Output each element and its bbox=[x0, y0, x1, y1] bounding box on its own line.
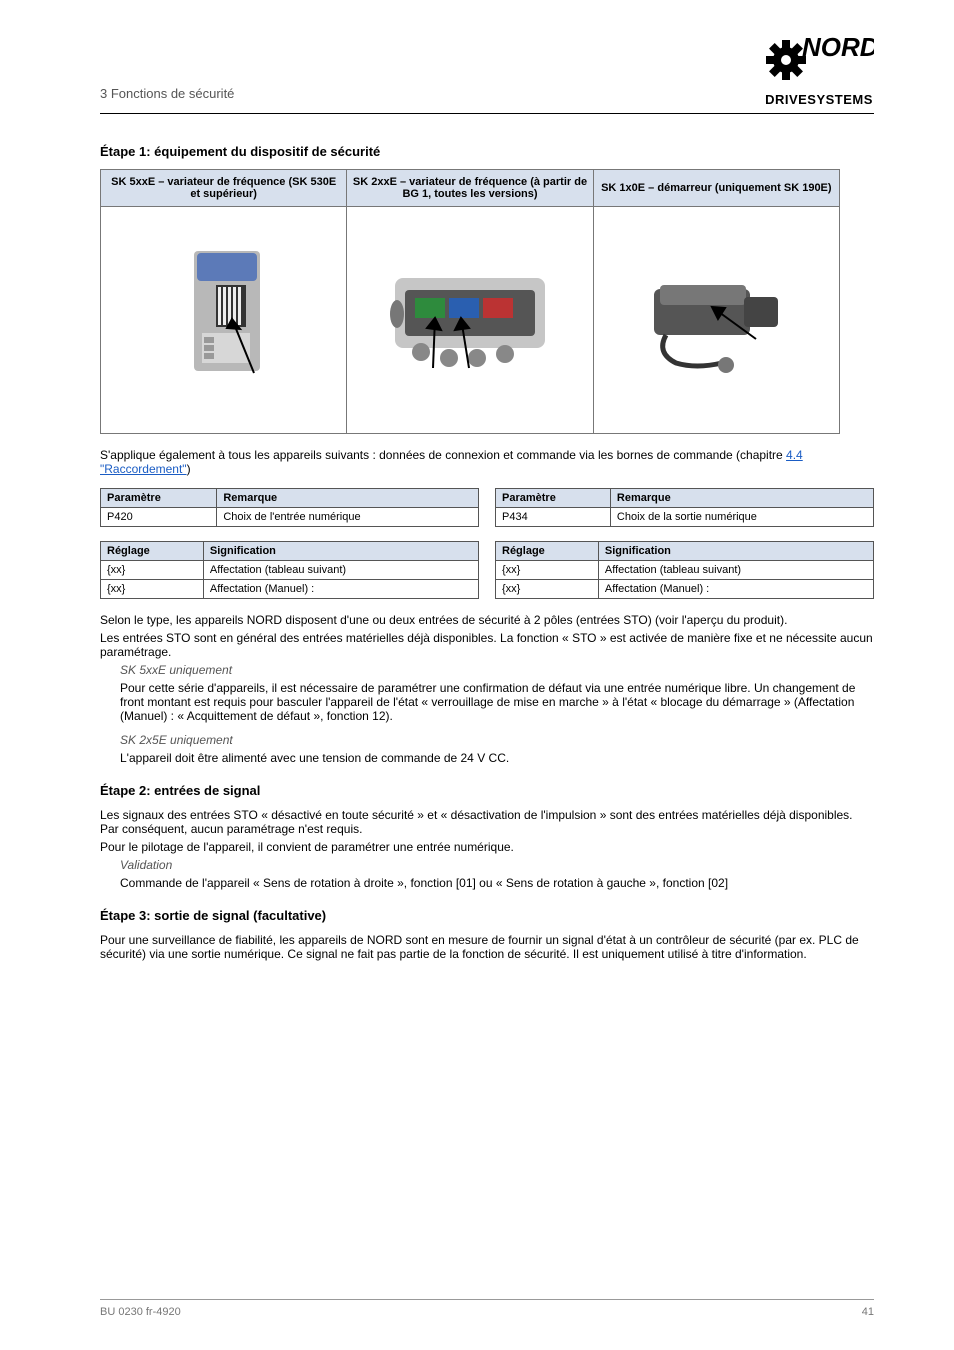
param-table-p420: Paramètre Remarque P420 Choix de l'entré… bbox=[100, 488, 479, 527]
paragraph: Les signaux des entrées STO « désactivé … bbox=[100, 808, 874, 836]
header-divider bbox=[100, 113, 874, 114]
validation-label: Validation bbox=[120, 858, 874, 872]
sk2xxe-device-image bbox=[375, 248, 565, 388]
table-row: P434 Choix de la sortie numérique bbox=[496, 508, 874, 527]
step1-heading: Étape 1: équipement du dispositif de séc… bbox=[100, 144, 874, 159]
table-row: P420 Choix de l'entrée numérique bbox=[101, 508, 479, 527]
table-row: {xx} Affectation (tableau suivant) bbox=[101, 561, 479, 580]
drivesystems-label: DRIVESYSTEMS bbox=[764, 92, 874, 107]
table-row: {xx} Affectation (Manuel) : bbox=[496, 580, 874, 599]
param-table-setting-left: Réglage Signification {xx} Affectation (… bbox=[100, 541, 479, 599]
breadcrumb: 3 Fonctions de sécurité bbox=[100, 86, 234, 107]
sk5xxe-image-cell bbox=[101, 207, 347, 434]
setting-right-head-p: Réglage bbox=[496, 542, 599, 561]
paragraph: L'appareil doit être alimenté avec une t… bbox=[120, 751, 874, 765]
setting-right-head-v: Signification bbox=[598, 542, 873, 561]
param-table-p434: Paramètre Remarque P434 Choix de la sort… bbox=[495, 488, 874, 527]
p434-head-param: Paramètre bbox=[496, 489, 611, 508]
paragraph: Pour une surveillance de fiabilité, les … bbox=[100, 933, 874, 961]
paragraph: Selon le type, les appareils NORD dispos… bbox=[100, 613, 874, 627]
footer-doc-id: BU 0230 fr-4920 bbox=[100, 1306, 181, 1318]
device-table-header-sk1x0e: SK 1x0E – démarreur (uniquement SK 190E) bbox=[593, 170, 839, 207]
paragraph: Les entrées STO sont en général des entr… bbox=[100, 631, 874, 659]
applies-to-text: S'applique également à tous les appareil… bbox=[100, 448, 874, 476]
paragraph: Commande de l'appareil « Sens de rotatio… bbox=[120, 876, 874, 890]
sk5xxe-device-image bbox=[154, 233, 294, 403]
param-table-setting-right: Réglage Signification {xx} Affectation (… bbox=[495, 541, 874, 599]
sk190e-device-image bbox=[626, 253, 806, 383]
setting-left-head-p: Réglage bbox=[101, 542, 204, 561]
device-table: SK 5xxE – variateur de fréquence (SK 530… bbox=[100, 169, 840, 434]
device-table-header-sk2xxe: SK 2xxE – variateur de fréquence (à part… bbox=[347, 170, 593, 207]
p420-head-note: Remarque bbox=[217, 489, 479, 508]
nord-gear-logo-icon: NORD bbox=[764, 30, 874, 90]
table-row: {xx} Affectation (Manuel) : bbox=[101, 580, 479, 599]
step3-heading: Étape 3: sortie de signal (facultative) bbox=[100, 908, 874, 923]
footer-page-number: 41 bbox=[862, 1306, 874, 1318]
p434-head-note: Remarque bbox=[610, 489, 873, 508]
paragraph: Pour cette série d'appareils, il est néc… bbox=[120, 681, 874, 723]
sk2x5e-only-label: SK 2x5E uniquement bbox=[120, 733, 874, 747]
svg-text:NORD: NORD bbox=[802, 32, 874, 62]
p420-head-param: Paramètre bbox=[101, 489, 217, 508]
sk190e-image-cell bbox=[593, 207, 839, 434]
paragraph: Pour le pilotage de l'appareil, il convi… bbox=[100, 840, 874, 854]
table-row: {xx} Affectation (tableau suivant) bbox=[496, 561, 874, 580]
sk5xxe-only-label: SK 5xxE uniquement bbox=[120, 663, 874, 677]
nord-logo-block: NORD DRIVESYSTEMS bbox=[764, 30, 874, 107]
sk2xxe-image-cell bbox=[347, 207, 593, 434]
setting-left-head-v: Signification bbox=[203, 542, 478, 561]
device-table-header-sk5xxe: SK 5xxE – variateur de fréquence (SK 530… bbox=[101, 170, 347, 207]
step2-heading: Étape 2: entrées de signal bbox=[100, 783, 874, 798]
